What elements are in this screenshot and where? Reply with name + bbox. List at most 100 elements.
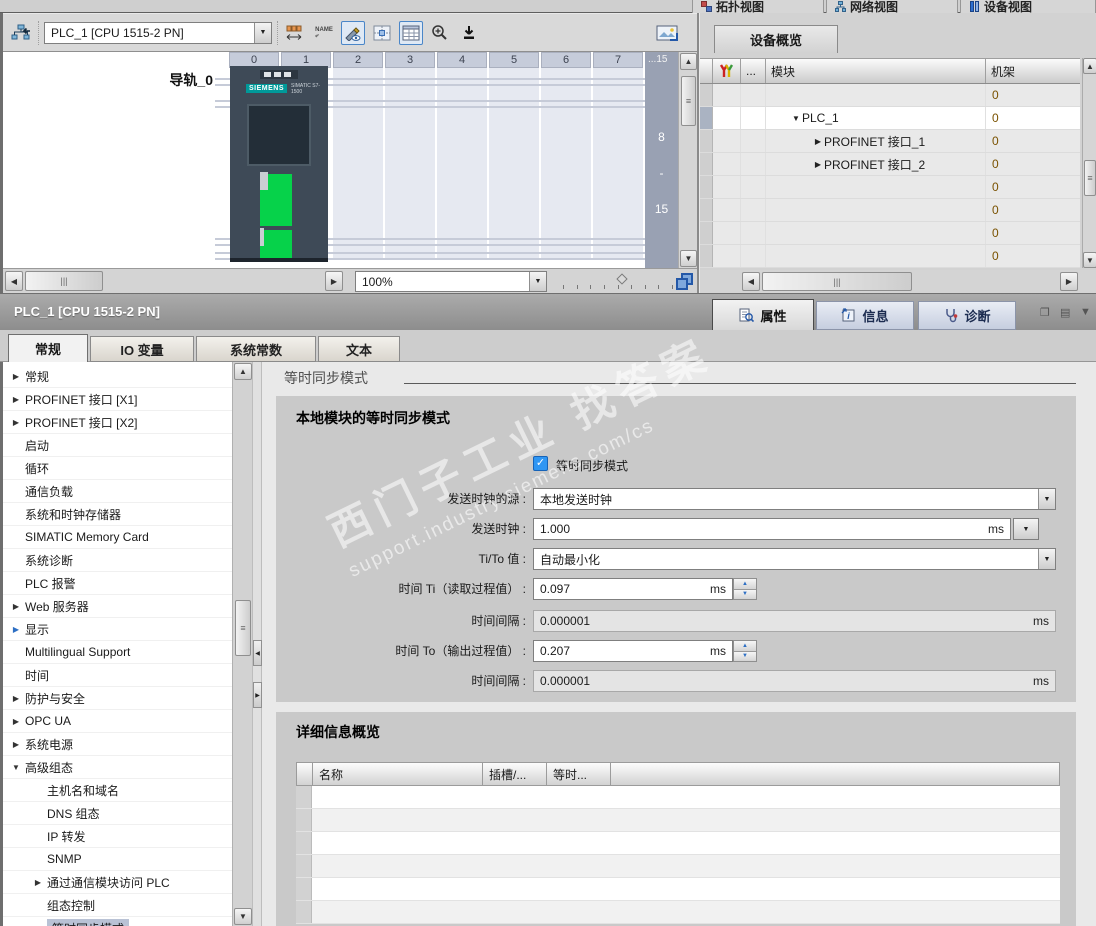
scroll-down-icon[interactable]: ▼ — [680, 250, 697, 267]
chevron-down-icon[interactable] — [1038, 489, 1055, 509]
nav-item-plc-alarms[interactable]: PLC 报警 — [3, 572, 232, 595]
collapse-right-icon[interactable]: ▶ — [253, 682, 262, 708]
nav-item-configuration-control[interactable]: 组态控制 — [3, 894, 232, 917]
scroll-left-icon[interactable]: ◀ — [742, 272, 760, 291]
scroll-right-icon[interactable]: ▶ — [325, 271, 343, 291]
tito-mode-dropdown[interactable]: 自动最小化 — [533, 548, 1056, 570]
chevron-down-icon[interactable] — [529, 272, 546, 291]
tab-texts[interactable]: 文本 — [318, 336, 400, 362]
nav-item-profinet-x1[interactable]: ▶ PROFINET 接口 [X1] — [3, 388, 232, 411]
time-to-input[interactable]: 0.207 ms — [533, 640, 733, 662]
zoom-level-dropdown[interactable]: 100% — [355, 271, 547, 292]
nav-item-ip-forwarding[interactable]: IP 转发 — [3, 825, 232, 848]
table-row[interactable]: ▶ PROFINET 接口_2 0 — [700, 153, 1080, 176]
nav-item-advanced-configuration[interactable]: ▼ 高级组态 — [3, 756, 232, 779]
isochronous-mode-checkbox[interactable] — [533, 456, 548, 471]
table-row[interactable]: 0 — [700, 245, 1080, 268]
fit-to-view-icon[interactable] — [675, 271, 695, 291]
table-row[interactable] — [296, 809, 1060, 832]
vscroll-thumb[interactable]: ≡ — [235, 600, 251, 656]
spin-up-icon[interactable]: ▲ — [734, 641, 756, 652]
tab-info[interactable]: i 信息 — [816, 301, 914, 330]
nav-item-simatic-memory-card[interactable]: SIMATIC Memory Card — [3, 526, 232, 549]
nav-item-system-clock-memory[interactable]: 系统和时钟存储器 — [3, 503, 232, 526]
table-row[interactable] — [296, 855, 1060, 878]
nav-item-dns-configuration[interactable]: DNS 组态 — [3, 802, 232, 825]
expand-icon[interactable]: ▼ — [9, 763, 23, 772]
table-row[interactable]: 0 — [700, 199, 1080, 222]
nav-item-time[interactable]: 时间 — [3, 664, 232, 687]
chevron-down-icon[interactable] — [1038, 549, 1055, 569]
slot-column-header[interactable]: 插槽/... — [483, 763, 547, 785]
tab-topology-view[interactable]: 拓扑视图 — [692, 0, 824, 13]
nav-item-display[interactable]: ▶ 显示 — [3, 618, 232, 641]
hscroll-thumb[interactable]: ||| — [762, 272, 912, 291]
hscroll-thumb[interactable]: ||| — [25, 271, 103, 291]
rename-icon[interactable]: NAME ⤶ — [312, 21, 336, 45]
rack-column-header[interactable]: 机架 — [986, 59, 1080, 83]
table-row[interactable]: 0 — [700, 222, 1080, 245]
nav-item-communication-load[interactable]: 通信负载 — [3, 480, 232, 503]
collapse-left-icon[interactable]: ◀ — [253, 640, 262, 666]
table-row[interactable]: 0 — [700, 176, 1080, 199]
expand-icon[interactable]: ▶ — [9, 717, 23, 726]
device-selector-dropdown[interactable]: PLC_1 [CPU 1515-2 PN] — [44, 21, 272, 44]
download-icon[interactable] — [457, 21, 481, 45]
snapshot-icon[interactable] — [655, 21, 679, 45]
spin-down-icon[interactable]: ▼ — [734, 651, 756, 661]
resize-columns-icon[interactable] — [283, 21, 307, 45]
scroll-right-icon[interactable]: ▶ — [1060, 272, 1078, 291]
edit-mode-icon[interactable] — [341, 20, 365, 45]
send-clock-input[interactable]: 1.000 ms — [533, 518, 1011, 540]
table-row[interactable]: ▶ PROFINET 接口_1 0 — [700, 130, 1080, 153]
table-row[interactable] — [296, 878, 1060, 901]
hardware-config-icon[interactable] — [9, 21, 33, 45]
tab-system-constants[interactable]: 系统常数 — [196, 336, 316, 362]
expand-icon[interactable]: ▶ — [9, 625, 23, 634]
send-clock-unit-dropdown[interactable] — [1013, 518, 1039, 540]
table-row[interactable] — [296, 901, 1060, 924]
tab-general[interactable]: 常规 — [8, 334, 88, 362]
nav-vscrollbar[interactable]: ▲ ≡ ▼ — [232, 362, 252, 926]
device-overview-tab[interactable]: 设备概览 — [714, 25, 838, 53]
spin-up-icon[interactable]: ▲ — [734, 579, 756, 590]
send-clock-source-dropdown[interactable]: 本地发送时钟 — [533, 488, 1056, 510]
expand-icon[interactable]: ▶ — [812, 137, 824, 146]
slot-6[interactable] — [541, 68, 591, 260]
device-view-vscrollbar[interactable]: ▲ ≡ ▼ — [678, 52, 697, 268]
tab-device-view[interactable]: 设备视图 — [960, 0, 1096, 13]
nav-item-cycle[interactable]: 循环 — [3, 457, 232, 480]
nav-item-hostname-domain[interactable]: 主机名和域名 — [3, 779, 232, 802]
scroll-up-icon[interactable]: ▲ — [234, 363, 252, 380]
split-view-icon[interactable] — [370, 21, 394, 45]
vscroll-thumb[interactable]: ≡ — [1084, 160, 1096, 196]
nav-item-multilingual-support[interactable]: Multilingual Support — [3, 641, 232, 664]
expand-icon[interactable]: ▶ — [9, 740, 23, 749]
expand-icon[interactable]: ▶ — [812, 160, 824, 169]
scroll-up-icon[interactable]: ▲ — [1083, 58, 1096, 74]
nav-item-general[interactable]: ▶ 常规 — [3, 365, 232, 388]
zoom-in-icon[interactable] — [428, 21, 452, 45]
nav-item-isochronous-mode[interactable]: 等时同步模式 — [3, 917, 232, 926]
module-column-header[interactable]: 模块 — [766, 59, 986, 83]
nav-item-protection-security[interactable]: ▶ 防护与安全 — [3, 687, 232, 710]
cpu-module[interactable]: SIEMENS SIMATIC S7-1500 — [230, 66, 328, 262]
chevron-down-icon[interactable] — [254, 22, 271, 43]
time-to-spinner[interactable]: ▲ ▼ — [733, 640, 757, 662]
table-row[interactable]: 0 — [700, 84, 1080, 107]
spin-down-icon[interactable]: ▼ — [734, 589, 756, 599]
table-row-selected[interactable]: ▼ PLC_1 0 — [700, 107, 1080, 130]
table-row[interactable] — [296, 832, 1060, 855]
scroll-up-icon[interactable]: ▲ — [680, 53, 697, 70]
zoom-slider-thumb[interactable] — [616, 273, 628, 285]
nav-item-web-server[interactable]: ▶ Web 服务器 — [3, 595, 232, 618]
expand-icon[interactable]: ▶ — [9, 418, 23, 427]
expand-icon[interactable]: ▶ — [9, 395, 23, 404]
slot-5[interactable] — [489, 68, 539, 260]
tab-properties[interactable]: 属性 — [712, 299, 814, 330]
tab-diagnostics[interactable]: 诊断 — [918, 301, 1016, 330]
nav-item-startup[interactable]: 启动 — [3, 434, 232, 457]
overview-hscrollbar[interactable]: ◀ ||| ▶ — [700, 270, 1096, 293]
time-ti-input[interactable]: 0.097 ms — [533, 578, 733, 600]
table-row[interactable] — [296, 786, 1060, 809]
